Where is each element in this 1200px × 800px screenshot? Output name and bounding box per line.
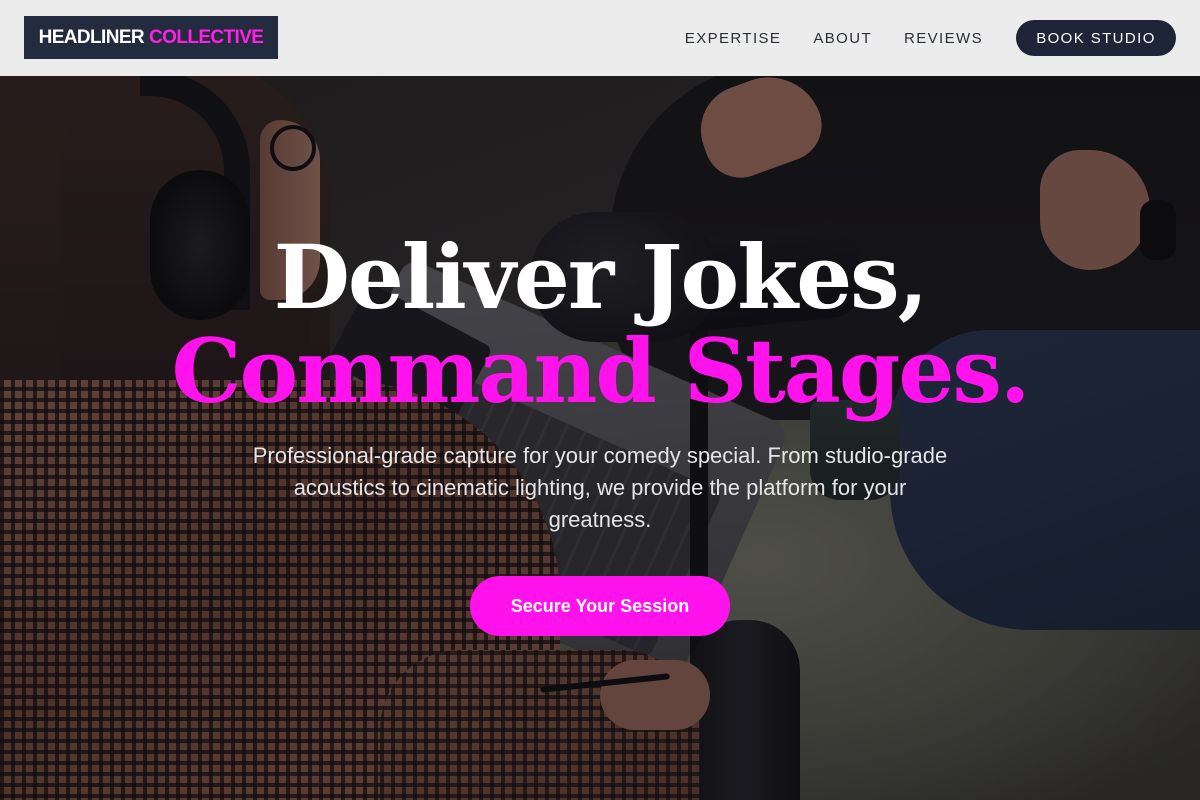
page: HEADLINER COLLECTIVE EXPERTISE ABOUT REV… <box>0 0 1200 800</box>
navbar: HEADLINER COLLECTIVE EXPERTISE ABOUT REV… <box>0 0 1200 76</box>
brand-name-part1: HEADLINER <box>38 26 145 48</box>
secure-session-button[interactable]: Secure Your Session <box>470 576 730 636</box>
nav-link-about[interactable]: ABOUT <box>813 30 872 47</box>
nav-links: EXPERTISE ABOUT REVIEWS BOOK STUDIO <box>685 20 1176 56</box>
brand-name-part2: COLLECTIVE <box>149 26 264 48</box>
book-studio-button[interactable]: BOOK STUDIO <box>1016 20 1176 56</box>
nav-link-reviews[interactable]: REVIEWS <box>904 30 983 47</box>
hero-headline-line2: Command Stages. <box>171 319 1030 423</box>
hero-section: Deliver Jokes, Command Stages. Professio… <box>0 230 1200 636</box>
nav-link-expertise[interactable]: EXPERTISE <box>685 30 782 47</box>
hero-headline-line1: Deliver Jokes, <box>273 225 929 329</box>
hero-subtext: Professional-grade capture for your come… <box>252 443 948 532</box>
brand-logo[interactable]: HEADLINER COLLECTIVE <box>24 16 278 59</box>
